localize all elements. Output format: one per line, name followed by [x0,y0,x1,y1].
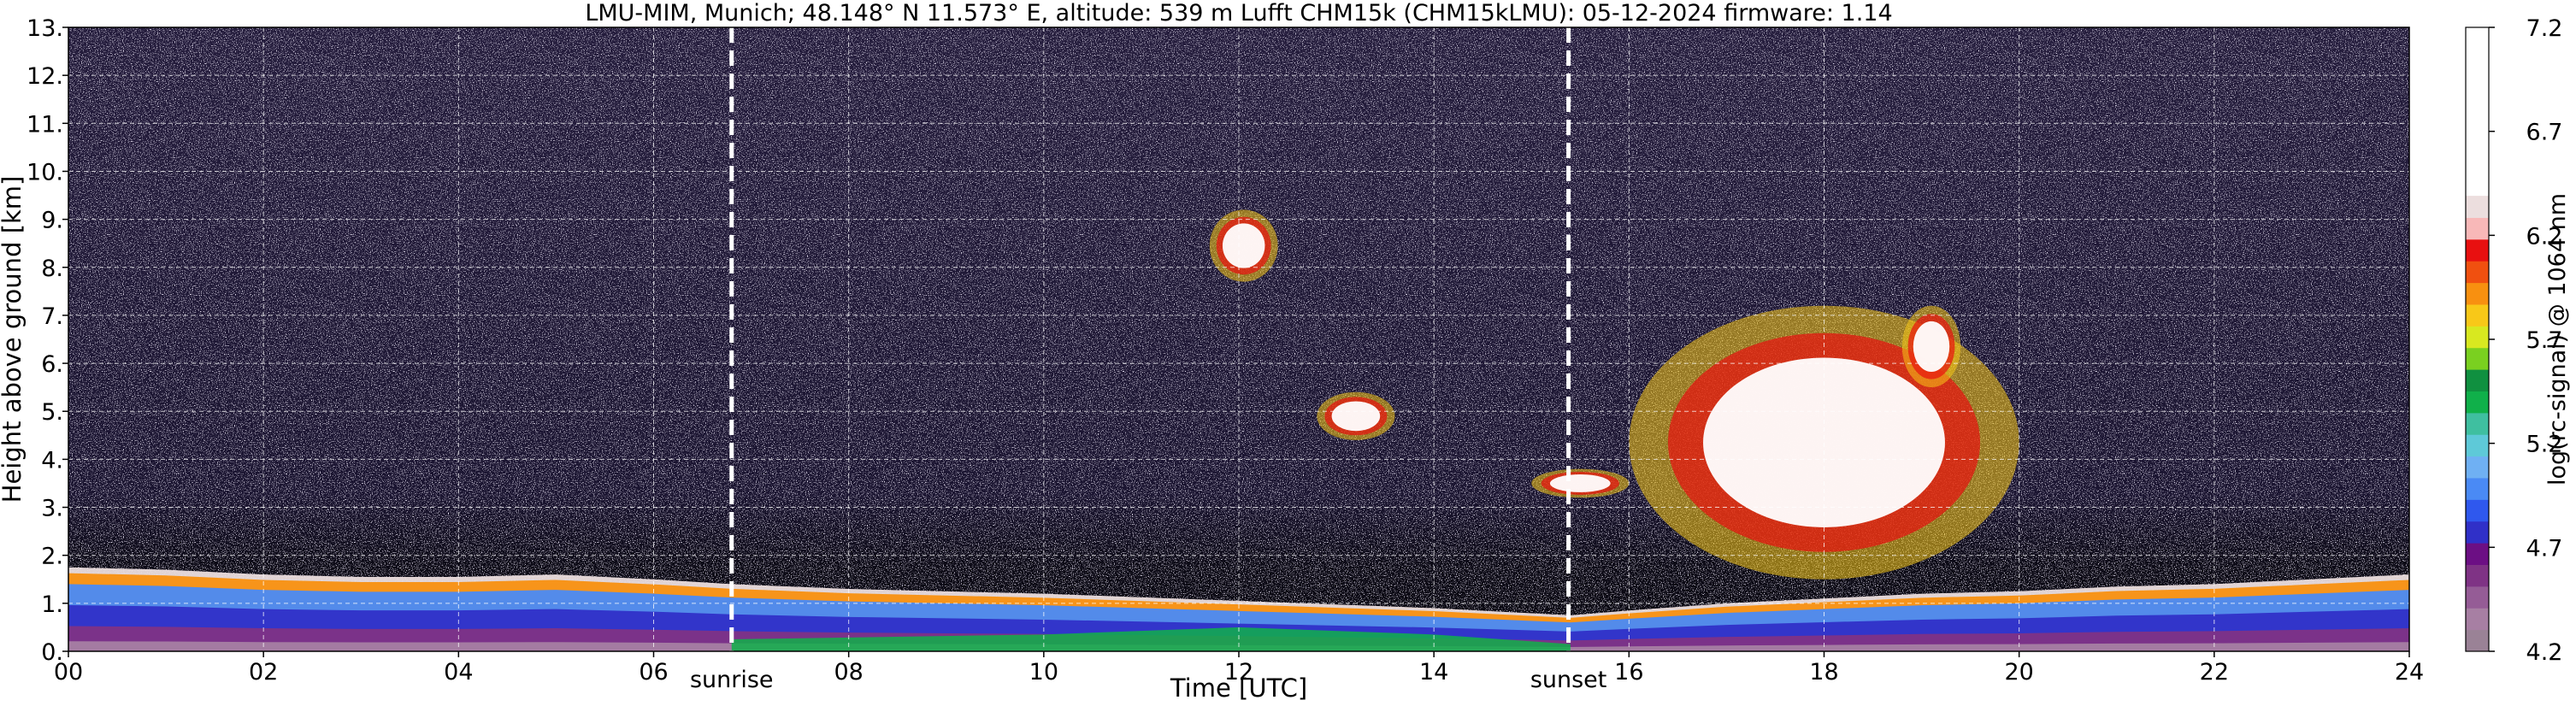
colorbar-tick-label: 4.7 [2526,535,2563,562]
x-tick-label: 18 [1809,659,1838,685]
x-tick-label: 14 [1419,659,1448,685]
ceilometer-chart: LMU-MIM, Munich; 48.148° N 11.573° E, al… [0,0,2571,703]
y-tick-label: 10. [27,159,63,185]
y-tick-label: 13. [27,15,63,42]
y-tick-label: 5. [41,399,63,426]
y-tick-label: 6. [41,351,63,378]
y-axis-ticks: 0. 1. 2. 3. 4. 5. 6. 7. 8. 9. 10. 11. 12. 13. [27,15,68,666]
y-tick-label: 12. [27,63,63,90]
y-tick-label: 11. [27,111,63,138]
cloud-core [1222,223,1265,268]
colorbar-segment [2466,282,2489,305]
y-tick-label: 2. [41,544,63,570]
x-tick-label: 20 [2004,659,2033,685]
y-tick-label: 0. [41,639,63,666]
cloud-core [1913,321,1950,373]
colorbar-segment [2466,629,2489,652]
colorbar-segment [2466,196,2489,218]
colorbar-segment [2466,499,2489,522]
colorbar-tick-label: 7.2 [2526,15,2563,42]
colorbar-segment [2466,369,2489,391]
colorbar-segment [2466,261,2489,284]
colorbar-segment [2466,347,2489,370]
cloud-core [1549,474,1611,492]
colorbar-segment [2466,543,2489,565]
y-tick-label: 9. [41,208,63,234]
colorbar-tick-label: 6.7 [2526,120,2563,146]
colorbar-segment [2466,326,2489,349]
colorbar-segment [2466,434,2489,457]
colorbar-tick-label: 4.2 [2526,639,2563,666]
x-tick-label: 22 [2200,659,2229,685]
plot-area [68,27,2409,651]
colorbar-segment [2466,238,2489,262]
y-tick-label: 4. [41,447,63,474]
x-tick-label: 02 [249,659,278,685]
colorbar-label: log(rc-signal) @ 1064 nm [2544,193,2571,485]
y-axis-label: Height above ground [km] [0,176,27,503]
x-tick-label: 04 [444,659,473,685]
colorbar-segment [2466,564,2489,587]
sunset-label: sunset [1530,667,1607,693]
colorbar-segment [2466,608,2489,631]
y-tick-label: 3. [41,496,63,522]
colorbar-segment [2466,585,2489,609]
colorbar-segment [2466,27,2489,197]
y-tick-label: 1. [41,591,63,618]
sun-marker-labels: sunrise sunset [690,667,1606,693]
colorbar-segment [2466,521,2489,544]
colorbar-segment [2466,477,2489,500]
x-tick-label: 08 [834,659,863,685]
cloud-core [1331,401,1381,432]
y-tick-label: 7. [41,303,63,330]
y-tick-label: 8. [41,256,63,282]
chart-title: LMU-MIM, Munich; 48.148° N 11.573° E, al… [585,0,1892,26]
colorbar-segment [2466,303,2489,327]
x-tick-label: 06 [639,659,668,685]
colorbar-segment [2466,217,2489,240]
x-tick-label: 16 [1614,659,1643,685]
colorbar-segment [2466,456,2489,479]
sunrise-label: sunrise [690,667,774,693]
colorbar [2465,26,2490,652]
colorbar-segment [2466,391,2489,414]
x-axis-label: Time [UTC] [1170,674,1307,703]
x-tick-label: 24 [2395,659,2424,685]
x-tick-label: 10 [1029,659,1058,685]
colorbar-segment [2466,412,2489,435]
